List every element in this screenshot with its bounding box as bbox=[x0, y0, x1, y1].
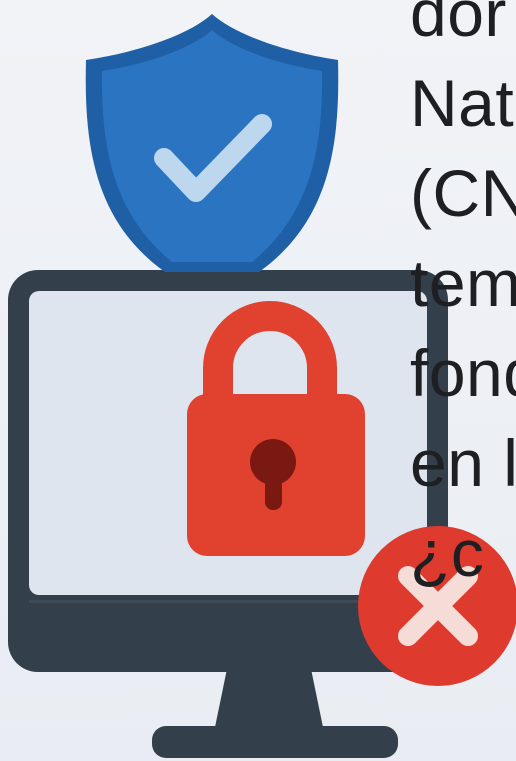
shield-check-icon bbox=[85, 14, 339, 272]
text-line: Nat bbox=[410, 66, 515, 140]
text-line: ¿c bbox=[410, 516, 485, 590]
text-line: (CN bbox=[410, 156, 516, 230]
cropped-text-column: dor Nat (CN tem fond en l ¿c bbox=[410, 0, 516, 598]
security-illustration: dor Nat (CN tem fond en l ¿c bbox=[0, 0, 516, 761]
text-line: fond bbox=[410, 336, 516, 410]
text-line: en l bbox=[410, 426, 516, 500]
text-line: dor bbox=[410, 0, 507, 50]
text-line: tem bbox=[410, 246, 516, 320]
